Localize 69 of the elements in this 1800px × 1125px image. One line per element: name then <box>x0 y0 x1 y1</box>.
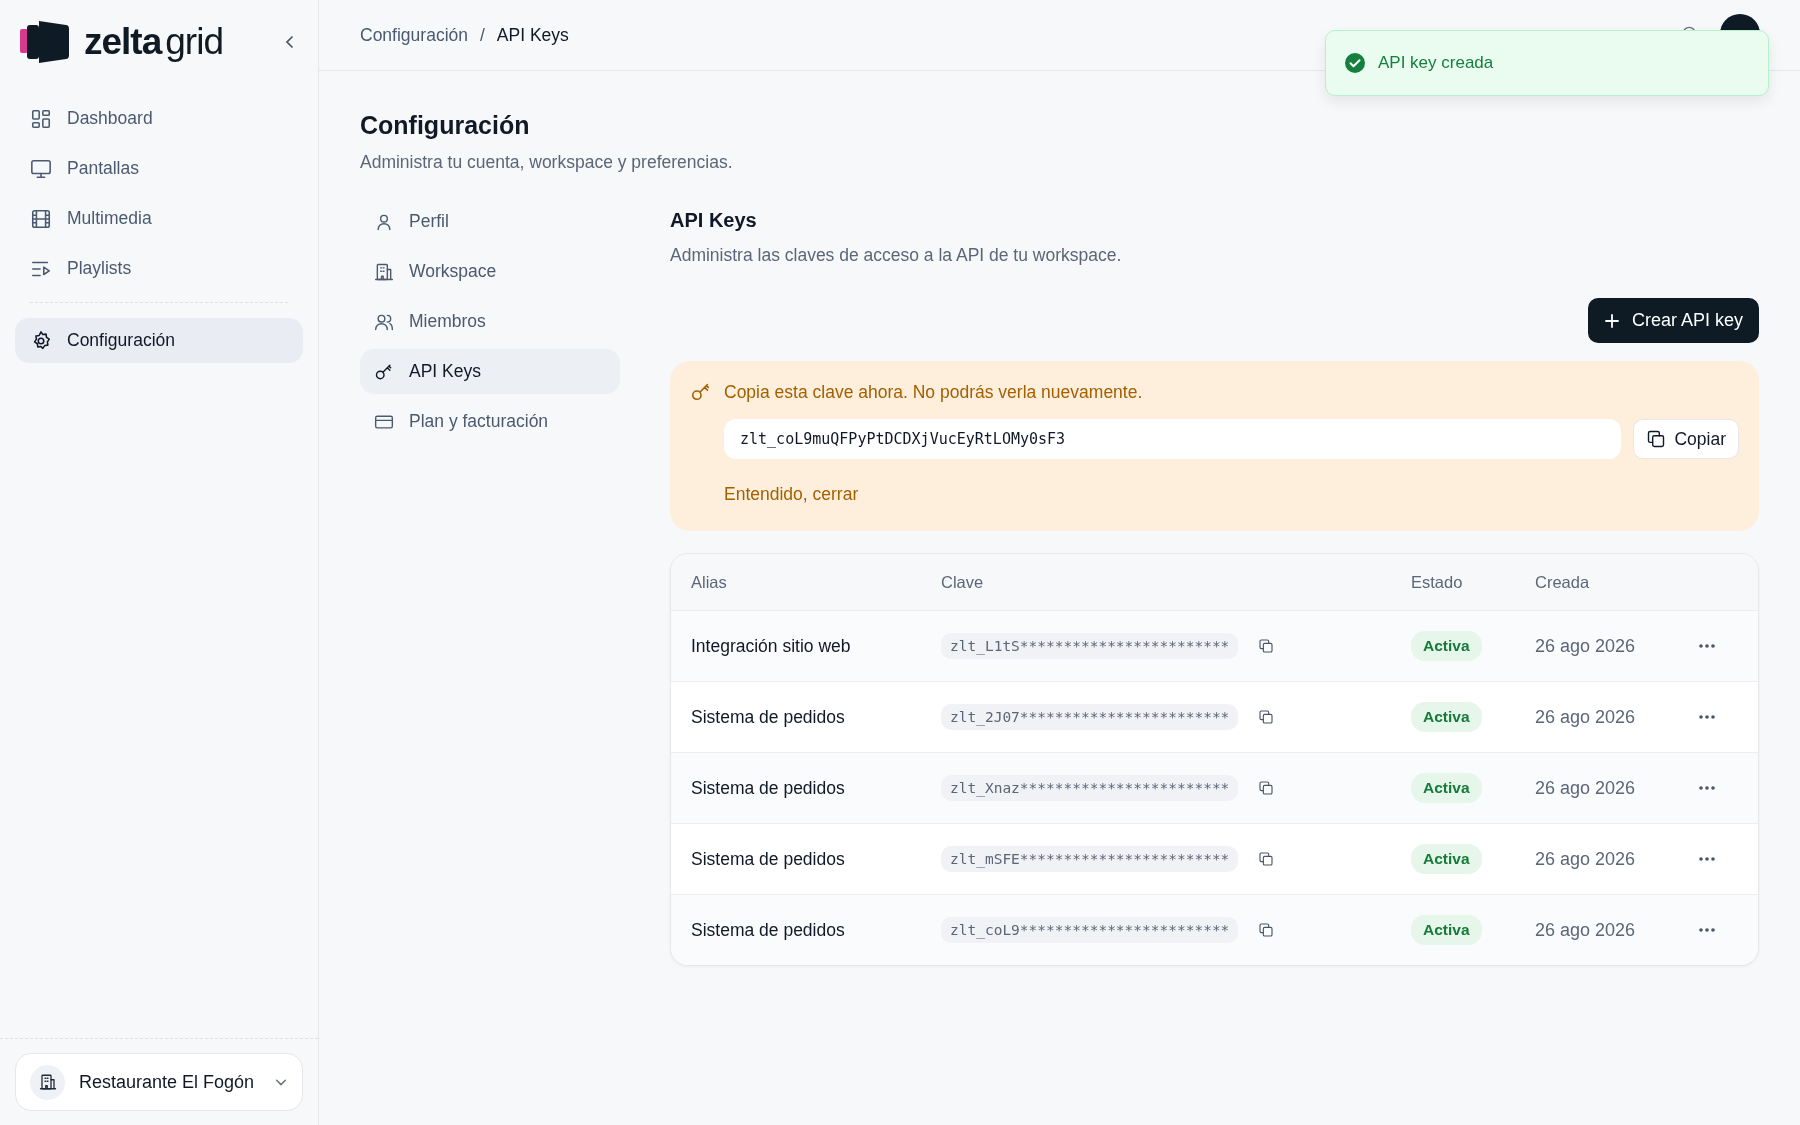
copy-icon[interactable] <box>1258 638 1275 654</box>
alert-message: Copia esta clave ahora. No podrás verla nuevamente. <box>724 381 1143 403</box>
settings-nav-item[interactable]: Miembros <box>360 299 620 344</box>
copy-button[interactable]: Copiar <box>1633 419 1739 459</box>
status-badge: Activa <box>1411 631 1482 661</box>
logo-text: zeltagrid <box>84 21 223 63</box>
column-header: Creada <box>1535 572 1591 592</box>
table-cell-text: Sistema de pedidos <box>691 706 846 728</box>
settings-nav-item[interactable]: Perfil <box>360 199 620 244</box>
dismiss-link[interactable]: Entendido, cerrar <box>724 484 859 505</box>
settings-nav-item[interactable]: Workspace <box>360 249 620 294</box>
sidebar-item[interactable]: Pantallas <box>15 146 303 191</box>
logo-icon <box>20 19 70 65</box>
breadcrumb-separator: / <box>480 24 485 46</box>
section-title: API Keys <box>670 209 758 232</box>
more-icon[interactable] <box>1698 927 1716 933</box>
table-cell-text: Sistema de pedidos <box>691 848 846 870</box>
copy-icon[interactable] <box>1258 851 1275 867</box>
more-icon[interactable] <box>1698 856 1716 862</box>
copy-icon[interactable] <box>1258 709 1275 725</box>
key-icon <box>690 381 712 403</box>
table-cell-text: 26 ago 2026 <box>1535 919 1637 941</box>
breadcrumb-item[interactable]: Configuración <box>360 24 468 46</box>
status-badge: Activa <box>1411 773 1482 803</box>
grid-icon <box>30 107 52 130</box>
copy-icon[interactable] <box>1258 780 1275 796</box>
table-cell-text: Sistema de pedidos <box>691 777 846 799</box>
masked-key: zlt_2J07************************ <box>941 704 1239 730</box>
api-key-field[interactable]: zlt_coL9muQFPyPtDCDXjVucEyRtLOMy0sF3 <box>724 419 1622 459</box>
table-cell-text: Integración sitio web <box>691 635 852 657</box>
sidebar-item[interactable]: Configuración <box>15 318 303 363</box>
copy-icon[interactable] <box>1258 922 1275 938</box>
table-cell-text: 26 ago 2026 <box>1535 777 1637 799</box>
monitor-icon <box>30 157 52 180</box>
status-badge: Activa <box>1411 844 1482 874</box>
masked-key: zlt_coL9************************ <box>941 917 1239 943</box>
table-cell-text: 26 ago 2026 <box>1535 848 1637 870</box>
building-icon <box>374 261 394 282</box>
breadcrumb-item: API Keys <box>496 24 569 46</box>
page-subtitle: Administra tu cuenta, workspace y preferencias. <box>360 152 734 173</box>
workspace-selector[interactable]: Restaurante El Fogón <box>15 1053 303 1111</box>
masked-key: zlt_mSFE************************ <box>941 846 1239 872</box>
toast-message: API key creada <box>1378 53 1494 73</box>
more-icon[interactable] <box>1698 714 1716 720</box>
building-icon <box>38 1073 57 1091</box>
page-title: Configuración <box>360 111 531 140</box>
sidebar-item[interactable]: Dashboard <box>15 96 303 141</box>
column-header: Alias <box>691 572 728 592</box>
more-icon[interactable] <box>1698 785 1716 791</box>
column-header: Clave <box>941 572 985 592</box>
settings-nav-item[interactable]: Plan y facturación <box>360 399 620 444</box>
masked-key: zlt_Xnaz************************ <box>941 775 1239 801</box>
table-cell-text: Sistema de pedidos <box>691 919 846 941</box>
sidebar-item[interactable]: Playlists <box>15 246 303 291</box>
masked-key: zlt_L1tS************************ <box>941 633 1239 659</box>
status-badge: Activa <box>1411 702 1482 732</box>
more-icon[interactable] <box>1698 643 1716 649</box>
film-icon <box>30 207 52 230</box>
create-api-key-button[interactable]: Crear API key <box>1587 298 1759 343</box>
column-header: Estado <box>1411 572 1464 592</box>
copy-icon <box>1646 429 1667 449</box>
section-description: Administra las claves de acceso a la API de tu workspace. <box>670 245 1123 266</box>
sidebar-item[interactable]: Multimedia <box>15 196 303 241</box>
table-cell-text: 26 ago 2026 <box>1535 706 1637 728</box>
status-badge: Activa <box>1411 915 1482 945</box>
plus-icon <box>1603 312 1620 329</box>
settings-nav-item[interactable]: API Keys <box>360 349 620 394</box>
table-cell-text: 26 ago 2026 <box>1535 635 1637 657</box>
check-circle-icon <box>1344 52 1366 74</box>
